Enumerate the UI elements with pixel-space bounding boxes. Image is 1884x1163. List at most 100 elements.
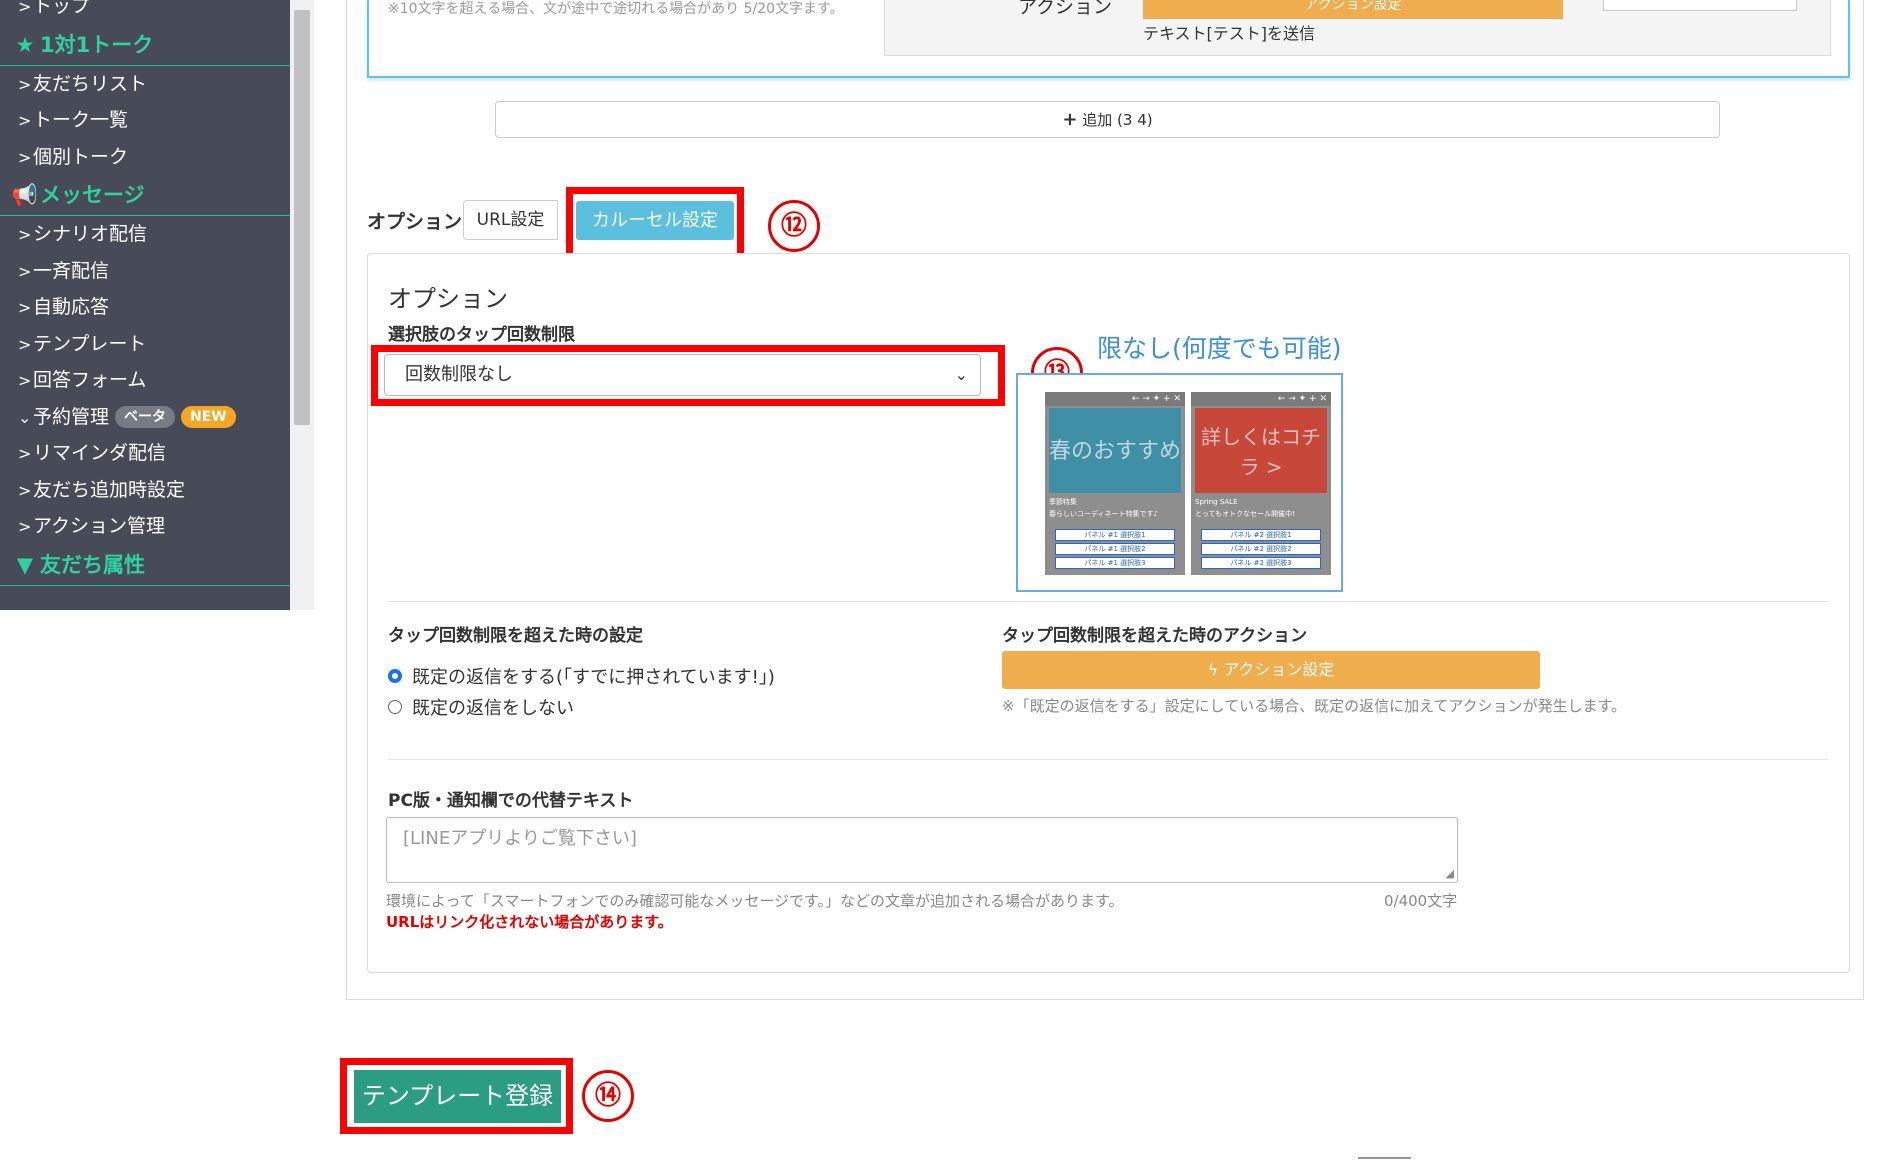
preview-text-1: 季節特集 春らしいコーディネート特集です♪ bbox=[1049, 498, 1158, 518]
sidebar-item[interactable]: ⌄予約管理 ベータ NEW bbox=[0, 399, 290, 436]
preview-panel-header: ← → ✦ + ✕ bbox=[1191, 392, 1331, 406]
sidebar-item[interactable]: >自動応答 bbox=[0, 289, 290, 326]
panel-action-summary: テキスト[テスト]を送信 bbox=[1143, 24, 1316, 43]
chevron-right-icon: > bbox=[18, 147, 32, 167]
beta-badge: ベータ bbox=[115, 406, 176, 428]
divider bbox=[388, 759, 1828, 760]
sidebar-item-label: 自動応答 bbox=[33, 296, 110, 318]
sidebar-scrollbar[interactable] bbox=[290, 0, 314, 610]
chevron-right-icon: > bbox=[18, 517, 32, 536]
sidebar-item-label: テンプレート bbox=[33, 332, 147, 355]
sidebar-section-label: 友だち属性 bbox=[40, 552, 145, 577]
resize-grip-icon[interactable]: ◢ bbox=[1446, 868, 1454, 879]
alt-text-label: PC版・通知欄での代替テキスト bbox=[388, 791, 634, 811]
chevron-right-icon: > bbox=[18, 111, 32, 130]
alt-text-placeholder: [LINEアプリよりご覧下さい] bbox=[403, 828, 637, 849]
preview-panel-header: ← → ✦ + ✕ bbox=[1045, 392, 1185, 406]
sidebar-item[interactable]: >シナリオ配信 bbox=[0, 216, 290, 253]
preview-text-2: Spring SALE とってもオトクなセール開催中! bbox=[1195, 498, 1295, 518]
sidebar-item-label: トーク一覧 bbox=[33, 109, 129, 131]
preview-choice-button: パネル #2 選択肢1 bbox=[1201, 529, 1321, 541]
preview-choice-button: パネル #1 選択肢2 bbox=[1055, 543, 1175, 555]
sidebar-item[interactable]: >一斉配信 bbox=[0, 253, 290, 290]
panel-secondary-button[interactable] bbox=[1603, 0, 1797, 11]
sidebar-item[interactable]: >アクション管理 bbox=[0, 508, 290, 545]
sidebar-section-label: メッセージ bbox=[40, 183, 145, 207]
chevron-right-icon: > bbox=[18, 371, 32, 390]
sidebar-item-label: 予約管理 bbox=[33, 405, 110, 428]
radio-selected-icon[interactable] bbox=[388, 669, 402, 683]
sidebar-item[interactable]: >個別トーク bbox=[0, 139, 290, 176]
preview-choice-button: パネル #2 選択肢3 bbox=[1201, 557, 1321, 569]
sidebar-section[interactable]: ▼ 友だち属性 bbox=[0, 545, 290, 586]
chevron-right-icon: > bbox=[18, 444, 32, 463]
register-template-button[interactable]: テンプレート登録 bbox=[354, 1070, 561, 1123]
add-panel-button[interactable]: + 追加 (3 4) bbox=[495, 101, 1720, 138]
preview-choice-button: パネル #1 選択肢1 bbox=[1055, 529, 1175, 541]
divider bbox=[388, 601, 1828, 602]
radio-unselected-icon[interactable] bbox=[388, 700, 402, 714]
sidebar-item[interactable]: >リマインダ配信 bbox=[0, 435, 290, 472]
sidebar-item-label: 友だち追加時設定 bbox=[33, 478, 186, 501]
preview-panel-2: ← → ✦ + ✕ 詳しくはコチラ > Spring SALE とってもオトクなセ… bbox=[1191, 392, 1331, 575]
chevron-right-icon: > bbox=[18, 261, 32, 281]
action-note: ※「既定の返信をする」設定にしている場合、既定の返信に加えてアクションが発生しま… bbox=[1002, 697, 1627, 715]
new-badge: NEW bbox=[181, 406, 236, 428]
option-label: オプション bbox=[367, 211, 463, 233]
scrollbar-thumb[interactable] bbox=[294, 10, 310, 425]
preview-choice-button: パネル #2 選択肢2 bbox=[1201, 543, 1321, 555]
tap-limit-select[interactable]: 回数制限なし ⌄ bbox=[384, 354, 981, 396]
annotation-number-12: ⑫ bbox=[768, 200, 820, 252]
lightning-icon: ϟ bbox=[1207, 660, 1224, 679]
alt-text-field[interactable]: [LINEアプリよりご覧下さい] ◢ bbox=[386, 817, 1458, 883]
preview-caption: 限なし(何度でも可能) bbox=[1097, 334, 1342, 363]
megaphone-icon: 📢 bbox=[11, 183, 39, 207]
alt-text-note: 環境によって「スマートフォンでのみ確認可能なメッセージです。」などの文章が追加さ… bbox=[386, 892, 1124, 910]
tab-carousel-settings[interactable]: カルーセル設定 bbox=[576, 201, 734, 240]
over-limit-action-label: タップ回数制限を超えた時のアクション bbox=[1002, 626, 1308, 646]
preview-panel-1: ← → ✦ + ✕ 春のおすすめ 季節特集 春らしいコーディネート特集です♪ パネ… bbox=[1045, 392, 1185, 575]
add-panel-label: 追加 (3 4) bbox=[1082, 111, 1153, 129]
sidebar-item-label: 個別トーク bbox=[33, 145, 129, 168]
preview-image-1: 春のおすすめ bbox=[1049, 408, 1181, 493]
sidebar-item-label: 友だちリスト bbox=[33, 72, 148, 95]
chevron-right-icon: > bbox=[18, 334, 32, 354]
alt-text-char-count: 0/400文字 bbox=[1384, 892, 1458, 910]
sidebar-item-label: リマインダ配信 bbox=[33, 442, 167, 464]
options-panel-title: オプション bbox=[388, 285, 508, 313]
sidebar-item[interactable]: >テンプレート bbox=[0, 326, 290, 363]
chevron-down-icon: ⌄ bbox=[18, 407, 32, 427]
char-limit-note: ※10文字を超える場合、文が途中で途切れる場合があり 5/20文字ます。 bbox=[388, 1, 844, 17]
sidebar-item[interactable]: >友だち追加時設定 bbox=[0, 472, 290, 509]
annotation-number-14: ⑭ bbox=[582, 1070, 634, 1122]
filter-icon: ▼ bbox=[16, 552, 34, 577]
sidebar-item-label: トップ bbox=[33, 0, 91, 17]
over-limit-label: タップ回数制限を超えた時の設定 bbox=[388, 626, 643, 646]
plus-icon: + bbox=[1062, 109, 1078, 130]
chevron-down-icon: ⌄ bbox=[954, 365, 968, 384]
alt-text-warning: URLはリンク化されない場合があります。 bbox=[386, 913, 673, 931]
chevron-right-icon: > bbox=[18, 480, 32, 500]
sidebar-item-label: 一斉配信 bbox=[33, 259, 110, 282]
sidebar-section[interactable]: ★ 1対1トーク bbox=[0, 25, 290, 66]
chevron-right-icon: > bbox=[18, 225, 32, 244]
sidebar-item[interactable]: >友だちリスト bbox=[0, 66, 290, 103]
sidebar: >トップ ★ 1対1トーク >友だちリスト >トーク一覧 >個別トーク 📢メッセージ >シナリ… bbox=[0, 0, 290, 610]
sidebar-section[interactable]: 📢メッセージ bbox=[0, 175, 290, 216]
sidebar-item[interactable]: >トップ bbox=[0, 0, 290, 25]
action-settings-button[interactable]: ϟ アクション設定 bbox=[1002, 651, 1540, 689]
sidebar-item-label: シナリオ配信 bbox=[33, 223, 148, 245]
sidebar-section-label: 1対1トーク bbox=[40, 32, 154, 57]
bottom-edge-mark bbox=[1358, 1157, 1411, 1159]
chevron-right-icon: > bbox=[18, 298, 32, 317]
tab-url-settings[interactable]: URL設定 bbox=[463, 200, 558, 240]
sidebar-item[interactable]: >トーク一覧 bbox=[0, 102, 290, 139]
panel-action-button[interactable]: アクション設定 bbox=[1143, 0, 1563, 19]
action-label: アクション bbox=[1018, 0, 1113, 18]
radio-default-reply[interactable]: 既定の返信をする(「すでに押されています!」) bbox=[388, 663, 775, 689]
sidebar-item-label: 回答フォーム bbox=[33, 369, 147, 391]
preview-choice-button: パネル #1 選択肢3 bbox=[1055, 557, 1175, 569]
tap-limit-label: 選択肢のタップ回数制限 bbox=[388, 325, 575, 345]
radio-no-reply[interactable]: 既定の返信をしない bbox=[388, 694, 574, 720]
sidebar-item[interactable]: >回答フォーム bbox=[0, 362, 290, 399]
